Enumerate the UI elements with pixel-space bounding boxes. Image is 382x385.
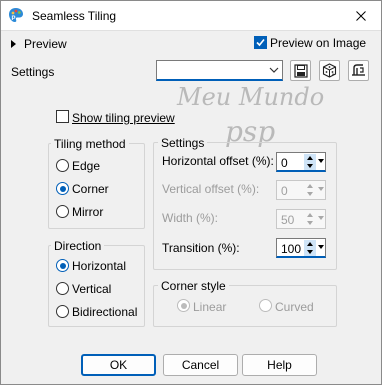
chevron-down-icon[interactable] — [318, 216, 324, 220]
cancel-button[interactable]: Cancel — [163, 354, 238, 376]
radio-mirror-label: Mirror — [72, 205, 104, 219]
preview-on-image-label: Preview on Image — [270, 36, 367, 50]
horizontal-offset-value: 0 — [281, 156, 288, 170]
ok-button-label: OK — [109, 358, 128, 372]
transition-arrows[interactable] — [304, 240, 316, 256]
preview-expander[interactable]: Preview — [11, 37, 67, 51]
seamless-tiling-dialog: P Seamless Tiling Preview Preview on Ima… — [0, 0, 382, 385]
horizontal-offset-label: Horizontal offset (%): — [162, 154, 274, 168]
radio-corner-label: Corner — [72, 182, 109, 196]
preview-label: Preview — [24, 37, 67, 51]
reset-button[interactable] — [348, 60, 369, 81]
transition-value: 100 — [281, 242, 302, 256]
radio-edge[interactable] — [56, 159, 69, 172]
psp-palette-icon: P — [9, 8, 23, 22]
spin-up-icon — [304, 211, 316, 219]
horizontal-offset-spinner[interactable]: 0 — [276, 152, 326, 172]
spin-down-icon — [304, 219, 316, 227]
vertical-offset-label: Vertical offset (%): — [162, 182, 260, 196]
show-tiling-preview-label-text: Show tiling preview — [72, 111, 175, 125]
radio-edge-label: Edge — [72, 159, 101, 173]
caret-right-icon — [11, 40, 16, 48]
vertical-offset-arrows[interactable] — [304, 182, 316, 198]
settings-label: Settings — [11, 65, 55, 79]
transition-spinner[interactable]: 100 — [276, 238, 326, 258]
corner-style-title: Corner style — [158, 279, 229, 293]
offset-settings-title: Settings — [158, 136, 208, 150]
show-tiling-preview-label: Show tiling preview — [72, 111, 175, 125]
chevron-down-icon[interactable] — [318, 187, 324, 191]
radio-bidirectional[interactable] — [56, 305, 69, 318]
spin-down-icon — [304, 162, 316, 170]
direction-title: Direction — [51, 239, 105, 253]
vertical-offset-spinner[interactable]: 0 — [276, 180, 326, 200]
radio-linear-label: Linear — [193, 300, 227, 314]
help-button-label: Help — [267, 358, 292, 372]
spin-down-icon — [304, 248, 316, 256]
checkmark-icon — [256, 38, 265, 47]
close-icon — [356, 11, 366, 21]
width-value: 50 — [281, 213, 295, 227]
width-arrows[interactable] — [304, 211, 316, 227]
spin-up-icon — [304, 240, 316, 248]
spin-up-icon — [304, 154, 316, 162]
width-label: Width (%): — [162, 211, 219, 225]
radio-curved[interactable] — [259, 299, 272, 312]
radio-mirror[interactable] — [56, 205, 69, 218]
radio-vertical-label: Vertical — [72, 282, 112, 296]
randomize-button[interactable] — [319, 60, 340, 81]
randomize-dice-icon — [322, 63, 337, 78]
spin-down-icon — [304, 190, 316, 198]
chevron-down-icon[interactable] — [318, 159, 324, 163]
ok-button[interactable]: OK — [81, 354, 156, 376]
show-tiling-preview-checkbox[interactable] — [56, 110, 69, 123]
transition-label: Transition (%): — [162, 241, 240, 255]
save-preset-button[interactable] — [290, 60, 311, 81]
radio-linear[interactable] — [177, 299, 190, 312]
vertical-offset-value: 0 — [281, 184, 288, 198]
spin-up-icon — [304, 182, 316, 190]
title-bar[interactable]: P Seamless Tiling — [1, 1, 381, 31]
radio-horizontal[interactable] — [56, 259, 69, 272]
watermark-line1: Meu Mundo — [177, 83, 325, 111]
radio-vertical[interactable] — [56, 282, 69, 295]
preset-combobox[interactable] — [156, 60, 283, 81]
horizontal-offset-arrows[interactable] — [304, 154, 316, 170]
tiling-method-title: Tiling method — [51, 137, 129, 151]
radio-bidirectional-label: Bidirectional — [72, 305, 138, 319]
help-button[interactable]: Help — [242, 354, 317, 376]
width-spinner[interactable]: 50 — [276, 209, 326, 229]
window-title: Seamless Tiling — [32, 9, 117, 23]
radio-horizontal-label: Horizontal — [72, 259, 127, 273]
chevron-down-icon[interactable] — [318, 245, 324, 249]
svg-text:P: P — [12, 16, 16, 22]
chevron-down-icon — [269, 67, 279, 73]
preview-on-image-checkbox[interactable] — [254, 36, 267, 49]
cancel-button-label: Cancel — [181, 358, 220, 372]
radio-corner[interactable] — [56, 182, 69, 195]
close-button[interactable] — [341, 1, 381, 31]
reset-icon — [352, 64, 365, 76]
save-preset-icon — [293, 63, 308, 78]
radio-curved-label: Curved — [275, 300, 314, 314]
